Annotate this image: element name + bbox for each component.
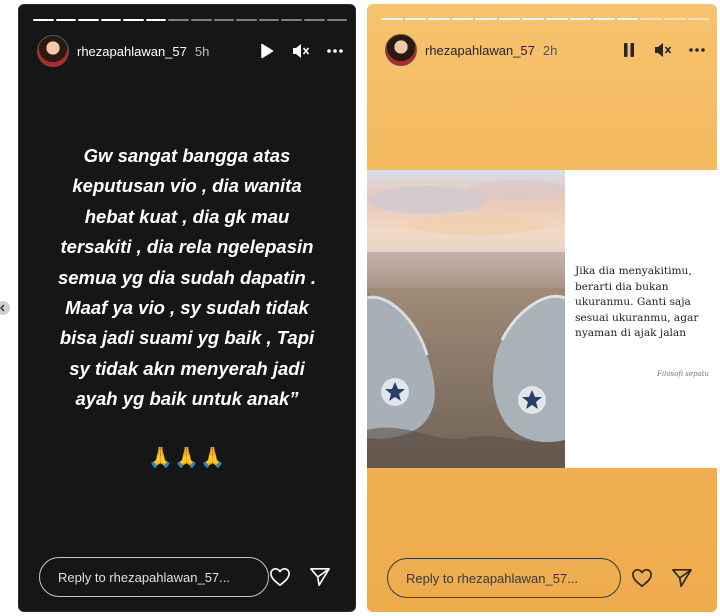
photo-signature: Filosofi sepatu xyxy=(657,370,709,378)
progress-segment xyxy=(213,19,235,21)
avatar[interactable] xyxy=(37,35,69,67)
stories-viewer: rhezapahlawan_57 5h Gw sangat bangga ata… xyxy=(0,0,720,616)
play-icon xyxy=(261,43,274,59)
progress-segment xyxy=(451,18,474,20)
story-progress-bars xyxy=(33,19,348,21)
send-icon[interactable] xyxy=(671,568,693,588)
username[interactable]: rhezapahlawan_57 xyxy=(425,43,535,58)
mute-button[interactable] xyxy=(653,40,673,60)
previous-story-button[interactable] xyxy=(0,301,10,315)
progress-segment xyxy=(258,19,280,21)
progress-segment xyxy=(281,19,302,21)
more-options-button[interactable] xyxy=(325,41,345,61)
progress-segment xyxy=(55,19,77,21)
story-photo: Jika dia menyakitimu, berarti dia bukan … xyxy=(367,170,717,468)
progress-segment xyxy=(687,18,710,20)
send-icon[interactable] xyxy=(309,567,331,587)
progress-segment xyxy=(546,18,568,20)
heart-icon[interactable] xyxy=(269,567,291,587)
praying-hands-emoji: 🙏🙏🙏 xyxy=(148,447,226,469)
reply-input[interactable]: Reply to rhezapahlawan_57... xyxy=(387,558,621,598)
progress-segment xyxy=(616,18,639,20)
beach-shoes-image xyxy=(367,170,565,468)
more-icon xyxy=(689,48,705,52)
progress-segment xyxy=(78,19,99,21)
heart-icon[interactable] xyxy=(631,568,653,588)
progress-segment xyxy=(522,18,545,20)
progress-segment xyxy=(663,18,686,20)
progress-segment xyxy=(33,19,54,21)
mute-button[interactable] xyxy=(291,41,311,61)
chevron-left-icon xyxy=(0,304,5,312)
progress-segment xyxy=(123,19,144,21)
progress-segment xyxy=(498,18,521,20)
story-text: Gw sangat bangga atas keputusan vio , di… xyxy=(57,145,317,410)
progress-segment xyxy=(236,19,257,21)
progress-segment xyxy=(569,18,592,20)
progress-segment xyxy=(428,18,450,20)
pause-icon xyxy=(624,43,634,57)
more-icon xyxy=(327,49,343,53)
mute-icon xyxy=(655,43,672,57)
progress-segment xyxy=(145,19,167,21)
story-progress-bars xyxy=(381,18,710,20)
beach-photo xyxy=(367,170,565,468)
play-button[interactable] xyxy=(257,41,277,61)
story-card-left[interactable]: rhezapahlawan_57 5h Gw sangat bangga ata… xyxy=(18,4,356,612)
progress-segment xyxy=(303,19,325,21)
progress-segment xyxy=(326,19,348,21)
story-header: rhezapahlawan_57 5h xyxy=(37,35,345,67)
more-options-button[interactable] xyxy=(687,40,707,60)
post-time: 2h xyxy=(542,42,558,58)
mute-icon xyxy=(293,44,310,58)
progress-segment xyxy=(168,19,190,21)
pause-button[interactable] xyxy=(619,40,639,60)
post-time: 5h xyxy=(194,43,210,59)
progress-segment xyxy=(593,18,615,20)
progress-segment xyxy=(475,18,497,20)
progress-segment xyxy=(640,18,662,20)
progress-segment xyxy=(191,19,212,21)
story-header: rhezapahlawan_57 2h xyxy=(385,34,707,66)
avatar[interactable] xyxy=(385,34,417,66)
progress-segment xyxy=(381,18,403,20)
story-footer: Reply to rhezapahlawan_57... xyxy=(387,558,707,598)
progress-segment xyxy=(404,18,427,20)
progress-segment xyxy=(100,19,122,21)
story-card-right[interactable]: rhezapahlawan_57 2h Jika dia menyakitimu… xyxy=(367,4,717,612)
photo-caption: Jika dia menyakitimu, berarti dia bukan … xyxy=(575,265,699,339)
reply-input[interactable]: Reply to rhezapahlawan_57... xyxy=(39,557,269,597)
story-footer: Reply to rhezapahlawan_57... xyxy=(39,557,345,597)
username[interactable]: rhezapahlawan_57 xyxy=(77,44,187,59)
